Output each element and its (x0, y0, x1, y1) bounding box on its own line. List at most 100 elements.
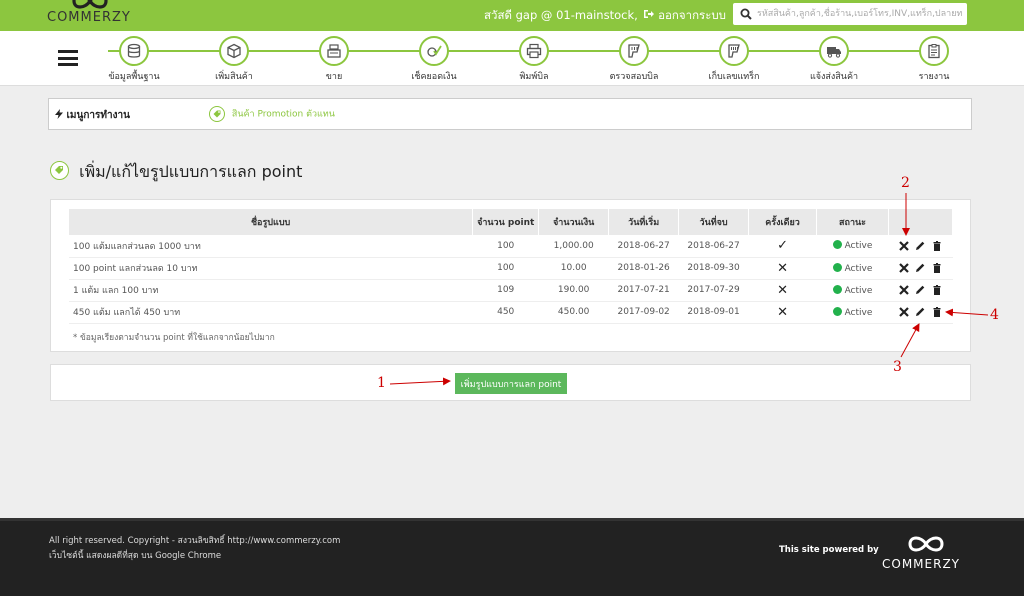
infinity-logo-icon (908, 536, 944, 552)
nav-item-check-balance[interactable]: เช็คยอดเงิน (394, 36, 474, 83)
logout-link[interactable]: ออกจากระบบ (658, 8, 726, 22)
nav-label: ขาย (325, 72, 343, 82)
search-input[interactable] (757, 6, 962, 22)
search-box[interactable] (733, 3, 967, 25)
scanner-icon (619, 36, 649, 66)
sort-note: * ข้อมูลเรียงตามจำนวน point ที่ใช้แลกจาก… (73, 333, 275, 343)
row-name: 1 แต้ม แลก 100 บาท (69, 279, 473, 302)
footer-powered-by: This site powered by (779, 545, 879, 555)
nav-item-verify-bill[interactable]: ตรวจสอบบิล (594, 36, 674, 83)
row-end-date: 2018-06-27 (678, 235, 749, 258)
row-points: 100 (472, 257, 539, 280)
row-amount: 10.00 (538, 257, 609, 280)
delete-trash-icon[interactable] (931, 262, 943, 274)
row-status: Active (816, 301, 889, 324)
logout-icon[interactable] (643, 9, 655, 19)
nav-item-sell[interactable]: ขาย (294, 36, 374, 83)
footer-logo-text: COMMERZY (882, 557, 961, 571)
row-actions (888, 279, 953, 302)
greeting-text: สวัสดี gap @ 01-mainstock, (484, 8, 638, 22)
row-actions (888, 301, 953, 324)
search-icon (740, 8, 752, 20)
promo-link-label: สินค้า Promotion ตัวแทน (231, 109, 335, 120)
redeem-table-panel: ชื่อรูปแบบ จำนวน point จำนวนเงิน วันที่เ… (50, 199, 971, 352)
row-once: ✕ (748, 279, 817, 302)
row-name: 100 point แลกส่วนลด 10 บาท (69, 257, 473, 280)
row-end-date: 2018-09-01 (678, 301, 749, 324)
add-panel: เพิ่มรูปแบบการแลก point (50, 364, 971, 401)
row-start-date: 2018-01-26 (608, 257, 679, 280)
delete-trash-icon[interactable] (931, 240, 943, 252)
col-amount-header: จำนวนเงิน (538, 209, 610, 235)
top-bar: COMMERZY สวัสดี gap @ 01-mainstock, ออกจ… (0, 0, 1024, 31)
row-start-date: 2017-09-02 (608, 301, 679, 324)
row-status-label: Active (844, 241, 873, 252)
row-status: Active (816, 279, 889, 302)
row-end-date: 2017-07-29 (678, 279, 749, 302)
check-money-icon (419, 36, 449, 66)
status-active-dot (832, 240, 842, 250)
footer: All right reserved. Copyright - สงวนลิขส… (0, 518, 1024, 596)
edit-pencil-icon[interactable] (914, 262, 926, 274)
footer-browser-note: เว็บไซต์นี้ แสดงผลดีที่สุด บน Google Chr… (49, 551, 222, 561)
nav-label: เก็บเลขแทร็ก (708, 72, 760, 82)
promo-link[interactable]: สินค้า Promotion ตัวแทน (209, 106, 335, 122)
printer-icon (519, 36, 549, 66)
row-once: ✓ (748, 235, 817, 258)
row-once: ✕ (748, 257, 817, 280)
row-name: 450 แต้ม แลกได้ 450 บาท (69, 301, 473, 324)
nav-label: ตรวจสอบบิล (609, 72, 659, 82)
nav-item-add-product[interactable]: เพิ่มสินค้า (194, 36, 274, 83)
delete-trash-icon[interactable] (931, 284, 943, 296)
user-greeting: สวัสดี gap @ 01-mainstock, ออกจากระบบ (484, 7, 726, 25)
col-status-header: สถานะ (816, 209, 889, 235)
edit-pencil-icon[interactable] (914, 240, 926, 252)
work-menu-title: เมนูการทำงาน (55, 108, 130, 123)
nav-item-track-number[interactable]: เก็บเลขแทร็ก (694, 36, 774, 83)
deactivate-x-icon[interactable] (898, 284, 910, 296)
delete-trash-icon[interactable] (931, 306, 943, 318)
row-status: Active (816, 235, 889, 258)
nav-label: ข้อมูลพื้นฐาน (108, 72, 160, 82)
nav-label: เช็คยอดเงิน (411, 72, 457, 82)
row-name: 100 แต้มแลกส่วนลด 1000 บาท (69, 235, 473, 258)
hamburger-menu-icon[interactable] (58, 50, 78, 66)
main-nav: ข้อมูลพื้นฐาน เพิ่มสินค้า ขาย เช็คยอดเงิ… (0, 31, 1024, 86)
annotation-2: 2 (901, 175, 910, 191)
add-redeem-format-button[interactable]: เพิ่มรูปแบบการแลก point (455, 373, 567, 394)
col-start-header: วันที่เริ่ม (608, 209, 680, 235)
nav-item-report[interactable]: รายงาน (894, 36, 974, 83)
footer-logo: COMMERZY (880, 533, 974, 573)
nav-label: เพิ่มสินค้า (215, 72, 253, 82)
table-row: 100 point แลกส่วนลด 10 บาท 100 10.00 201… (69, 257, 953, 280)
edit-pencil-icon[interactable] (914, 284, 926, 296)
row-amount: 450.00 (538, 301, 609, 324)
barcode-scanner-icon (719, 36, 749, 66)
page-title: เพิ่ม/แก้ไขรูปแบบการแลก point (50, 160, 302, 185)
deactivate-x-icon[interactable] (898, 262, 910, 274)
nav-label: แจ้งส่งสินค้า (809, 72, 859, 82)
row-status-label: Active (844, 307, 873, 318)
row-status-label: Active (844, 285, 873, 296)
row-points: 109 (472, 279, 539, 302)
edit-pencil-icon[interactable] (914, 306, 926, 318)
nav-item-print-bill[interactable]: พิมพ์บิล (494, 36, 574, 83)
page-title-text: เพิ่ม/แก้ไขรูปแบบการแลก point (79, 162, 303, 181)
report-icon (919, 36, 949, 66)
table-row: 450 แต้ม แลกได้ 450 บาท 450 450.00 2017-… (69, 301, 953, 324)
row-points: 100 (472, 235, 539, 258)
database-icon (119, 36, 149, 66)
commerzy-logo[interactable]: COMMERZY (44, 0, 140, 30)
row-end-date: 2018-09-30 (678, 257, 749, 280)
annotation-4: 4 (990, 307, 999, 323)
nav-label: พิมพ์บิล (519, 72, 549, 82)
work-menu-label: เมนูการทำงาน (66, 110, 130, 121)
nav-item-ship-notify[interactable]: แจ้งส่งสินค้า (794, 36, 874, 83)
col-end-header: วันที่จบ (678, 209, 750, 235)
deactivate-x-icon[interactable] (898, 306, 910, 318)
box-icon (219, 36, 249, 66)
deactivate-x-icon[interactable] (898, 240, 910, 252)
status-active-dot (832, 306, 842, 316)
tag-icon (209, 106, 225, 122)
nav-item-basic-data[interactable]: ข้อมูลพื้นฐาน (94, 36, 174, 83)
